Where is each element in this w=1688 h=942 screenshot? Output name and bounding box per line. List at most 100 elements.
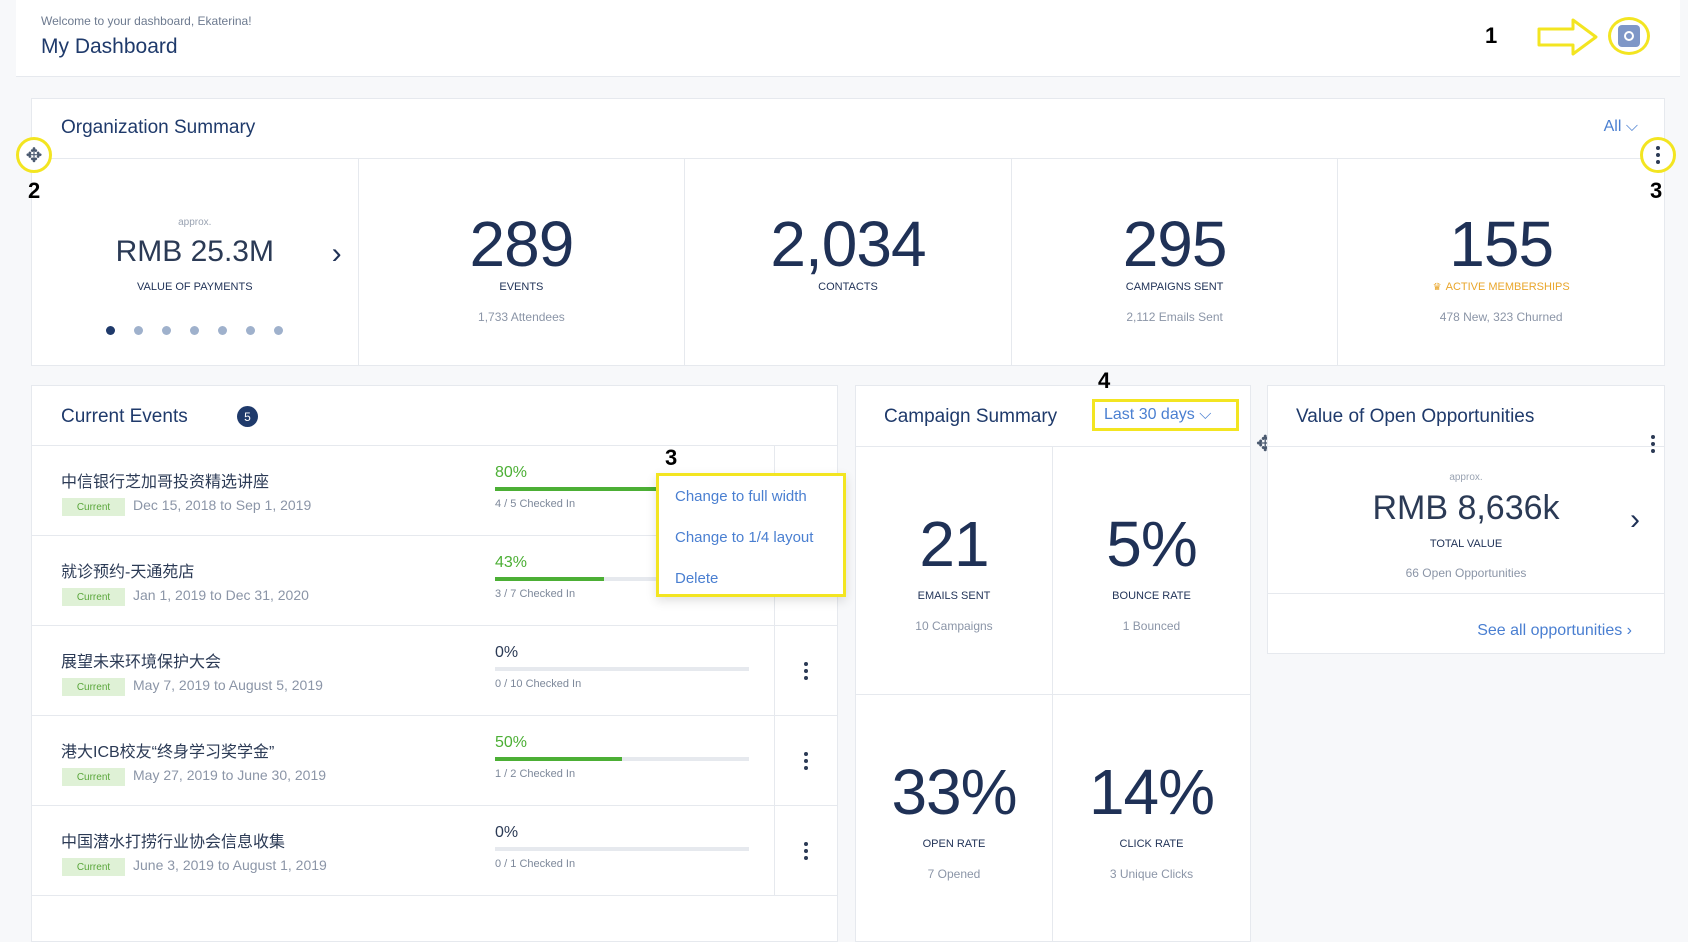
chevron-down-icon: ⌵ — [1625, 118, 1638, 135]
contacts-metric: 2,034 CONTACTS — [685, 159, 1012, 366]
payments-label: VALUE OF PAYMENTS — [137, 281, 253, 293]
carousel-dot[interactable] — [106, 326, 116, 335]
checkin-progress-bar — [495, 667, 749, 671]
org-summary-title: Organization Summary — [61, 117, 256, 138]
carousel-dot[interactable] — [190, 326, 200, 335]
emails-sent-sub: 10 Campaigns — [915, 619, 993, 633]
open-rate-value: 33% — [891, 756, 1017, 828]
event-name[interactable]: 就诊预约-天通苑店 — [61, 558, 194, 582]
status-badge: Current — [62, 768, 125, 786]
panel-options-button[interactable] — [1640, 137, 1676, 173]
widget-context-menu: Change to full width Change to 1/4 layou… — [656, 473, 846, 597]
event-name[interactable]: 港大ICB校友“终身学习奖学金” — [61, 738, 274, 762]
checked-in-count: 0 / 10 Checked In — [495, 678, 582, 690]
menu-item-delete[interactable]: Delete — [675, 570, 718, 587]
opportunities-sub: 66 Open Opportunities — [1405, 566, 1527, 580]
event-row[interactable]: 展望未来环境保护大会 Current May 7, 2019 to August 5… — [32, 625, 837, 716]
annotation-3: 3 — [1650, 178, 1663, 203]
event-dates: Jan 1, 2019 to Dec 31, 2020 — [133, 587, 309, 603]
payments-metric: approx. RMB 25.3M VALUE OF PAYMENTS › — [32, 159, 359, 366]
kebab-icon — [804, 662, 808, 680]
row-options-button[interactable] — [774, 716, 837, 806]
event-row[interactable]: 中国潜水打捞行业协会信息收集 Current June 3, 2019 to Aug… — [32, 805, 837, 896]
chevron-right-icon[interactable]: › — [1630, 503, 1640, 537]
menu-item-full-width[interactable]: Change to full width — [675, 488, 807, 505]
emails-sent-label: EMAILS SENT — [917, 590, 991, 602]
arrow-right-icon — [1537, 18, 1598, 56]
events-count-badge: 5 — [237, 406, 258, 427]
opportunities-label: TOTAL VALUE — [1429, 538, 1503, 550]
events-label: EVENTS — [499, 281, 544, 293]
org-filter-dropdown[interactable]: All ⌵ — [1604, 118, 1638, 136]
move-handle[interactable]: ✥ — [16, 137, 52, 173]
crown-icon: ♛ — [1432, 282, 1442, 293]
organization-summary-panel: Organization Summary All ⌵ approx. RMB 2… — [31, 98, 1665, 366]
event-dates: May 27, 2019 to June 30, 2019 — [133, 767, 327, 783]
campaigns-sub: 2,112 Emails Sent — [1126, 310, 1223, 324]
campaigns-metric: 295 CAMPAIGNS SENT 2,112 Emails Sent — [1012, 159, 1339, 366]
opportunities-options-button[interactable] — [1651, 435, 1655, 453]
carousel-dot[interactable] — [274, 326, 284, 335]
contacts-label: CONTACTS — [818, 281, 878, 293]
open-rate-label: OPEN RATE — [922, 838, 986, 850]
kebab-icon — [1656, 146, 1660, 164]
memberships-label: ACTIVE MEMBERSHIPS — [1445, 281, 1570, 293]
opportunities-title: Value of Open Opportunities — [1296, 406, 1535, 427]
carousel-dot[interactable] — [162, 326, 172, 335]
bounce-rate-label: BOUNCE RATE — [1112, 590, 1191, 602]
carousel-dot[interactable] — [246, 326, 256, 335]
annotation-1: 1 — [1485, 23, 1498, 48]
events-metric: 289 EVENTS 1,733 Attendees — [359, 159, 686, 366]
row-options-button[interactable] — [774, 806, 837, 896]
chevron-right-icon: › — [1626, 622, 1632, 639]
settings-button[interactable] — [1608, 17, 1650, 55]
campaign-summary-panel: Campaign Summary Last 30 days ⌵ 21 EMAIL… — [855, 385, 1251, 942]
carousel-dot[interactable] — [218, 326, 228, 335]
chevron-right-icon[interactable]: › — [332, 237, 342, 271]
event-name[interactable]: 中国潜水打捞行业协会信息收集 — [61, 828, 285, 852]
row-options-button[interactable] — [774, 626, 837, 716]
checked-in-count: 4 / 5 Checked In — [495, 498, 576, 510]
click-rate-label: CLICK RATE — [1119, 838, 1184, 850]
page-title: My Dashboard — [41, 35, 178, 58]
emails-sent-metric: 21 EMAILS SENT 10 Campaigns — [856, 447, 1053, 695]
list-divider — [32, 895, 837, 896]
memberships-sub: 478 New, 323 Churned — [1439, 310, 1563, 324]
event-name[interactable]: 展望未来环境保护大会 — [61, 648, 221, 672]
click-rate-metric: 14% CLICK RATE 3 Unique Clicks — [1053, 695, 1250, 942]
emails-sent-value: 21 — [919, 508, 989, 580]
contacts-value: 2,034 — [770, 208, 926, 280]
memberships-label-wrap: ♛ ACTIVE MEMBERSHIPS — [1338, 281, 1664, 293]
checked-in-count: 1 / 2 Checked In — [495, 768, 576, 780]
status-badge: Current — [62, 498, 125, 516]
event-dates: Dec 15, 2018 to Sep 1, 2019 — [133, 497, 312, 513]
carousel-dot[interactable] — [134, 326, 144, 335]
event-name[interactable]: 中信银行芝加哥投资精选讲座 — [61, 468, 269, 492]
checkin-percent: 80% — [495, 464, 528, 481]
opportunities-value: RMB 8,636k — [1372, 489, 1560, 527]
events-sub: 1,733 Attendees — [478, 310, 565, 324]
event-dates: May 7, 2019 to August 5, 2019 — [133, 677, 323, 693]
checkin-progress-fill — [495, 577, 605, 581]
event-row[interactable]: 港大ICB校友“终身学习奖学金” Current May 27, 2019 to J… — [32, 715, 837, 806]
date-range-dropdown[interactable]: Last 30 days ⌵ — [1092, 399, 1239, 431]
payments-approx: approx. — [178, 217, 212, 228]
org-metrics-grid: approx. RMB 25.3M VALUE OF PAYMENTS › 28… — [32, 158, 1664, 366]
opportunities-approx: approx. — [1449, 472, 1483, 483]
see-all-label: See all opportunities — [1477, 622, 1623, 639]
bounce-rate-sub: 1 Bounced — [1122, 619, 1181, 633]
checked-in-count: 3 / 7 Checked In — [495, 588, 576, 600]
payments-value: RMB 25.3M — [115, 235, 274, 268]
checkin-progress-bar — [495, 757, 749, 761]
menu-item-quarter-layout[interactable]: Change to 1/4 layout — [675, 529, 813, 546]
campaign-metrics-grid: 21 EMAILS SENT 10 Campaigns 5% BOUNCE RA… — [856, 446, 1250, 942]
campaign-summary-title: Campaign Summary — [884, 406, 1058, 427]
opportunities-body: approx. RMB 8,636k TOTAL VALUE 66 Open O… — [1268, 446, 1664, 594]
gear-icon — [1618, 25, 1640, 47]
checkin-progress-fill — [495, 757, 622, 761]
bounce-rate-metric: 5% BOUNCE RATE 1 Bounced — [1053, 447, 1250, 695]
checkin-progress-bar — [495, 847, 749, 851]
kebab-icon — [804, 842, 808, 860]
campaigns-value: 295 — [1122, 208, 1228, 280]
see-all-opportunities-link[interactable]: See all opportunities › — [1477, 622, 1632, 640]
